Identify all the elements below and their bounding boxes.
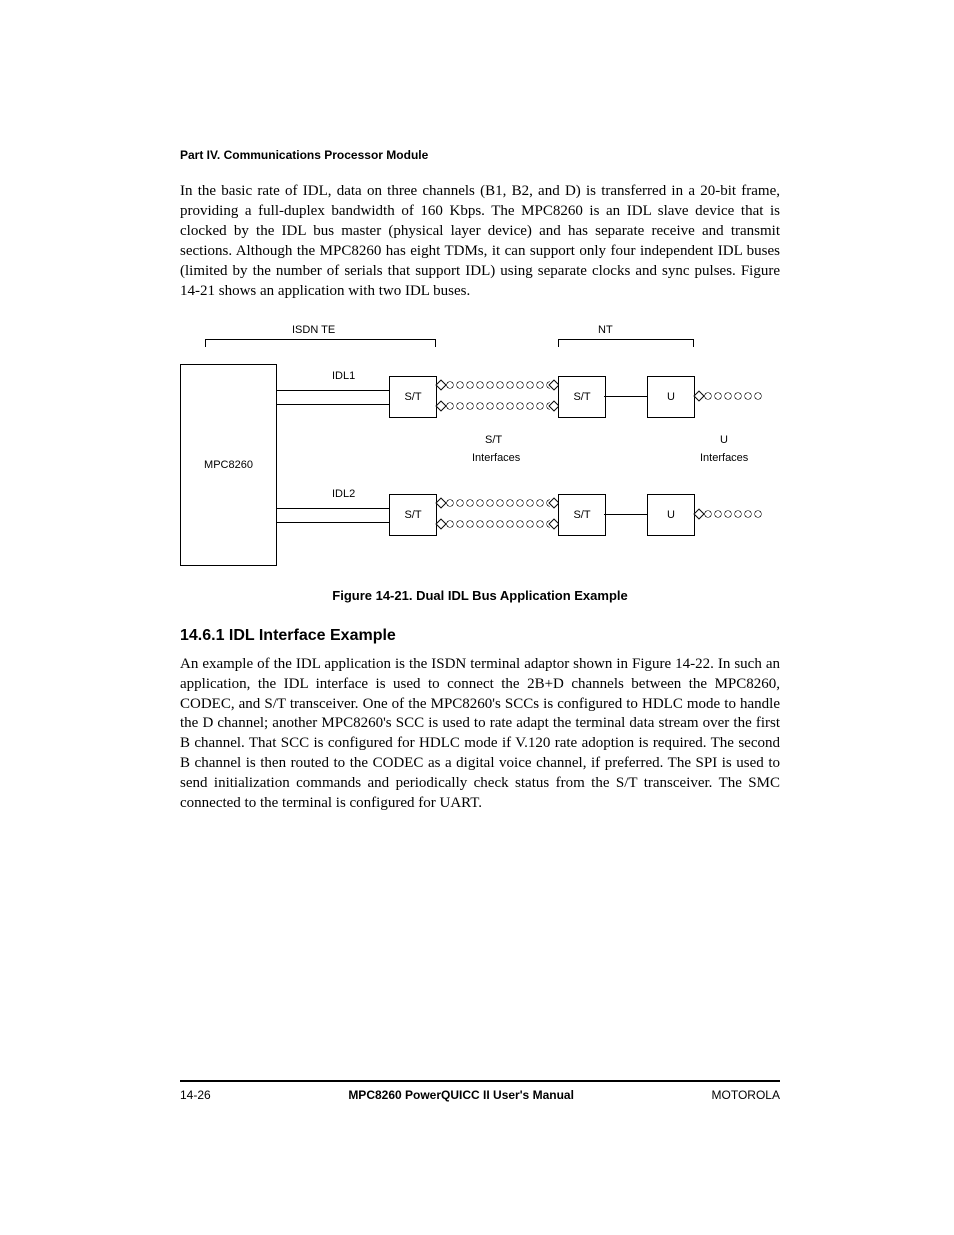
box-st-bot-left: S/T [389,494,437,536]
squiggle-bot-b [445,520,550,528]
label-mpc8260: MPC8260 [204,459,253,471]
label-st-interfaces-1: S/T [485,434,502,446]
part-header: Part IV. Communications Processor Module [180,148,780,162]
footer-row: 14-26 MPC8260 PowerQUICC II User's Manua… [180,1088,780,1102]
squiggle-u-top [703,392,763,400]
box-u-bot: U [647,494,695,536]
box-st-top-right: S/T [558,376,606,418]
figure-caption: Figure 14-21. Dual IDL Bus Application E… [180,588,780,603]
line-idl1-bot [276,404,389,405]
bracket-isdn-te-top [205,339,435,340]
label-st-4: S/T [573,509,590,521]
box-mpc8260: MPC8260 [180,364,277,566]
box-st-top-left: S/T [389,376,437,418]
label-st-2: S/T [573,391,590,403]
label-u-2: U [667,509,675,521]
line-idl2-bot [276,522,389,523]
label-nt: NT [598,324,613,336]
label-st-1: S/T [404,391,421,403]
footer-company: MOTOROLA [712,1088,780,1102]
bracket-nt-right [693,339,694,347]
label-u-interfaces-1: U [720,434,728,446]
label-u-interfaces-2: Interfaces [700,452,748,464]
label-idl1: IDL1 [332,370,355,382]
label-u-1: U [667,391,675,403]
bracket-isdn-te-right [435,339,436,347]
line-idl1-top [276,390,389,391]
line-to-u-top [604,396,647,397]
subheading-14-6-1: 14.6.1 IDL Interface Example [180,627,780,645]
line-to-u-bot [604,514,647,515]
label-st-3: S/T [404,509,421,521]
paragraph-example: An example of the IDL application is the… [180,655,780,815]
squiggle-bot-a [445,499,550,507]
bracket-nt-left [558,339,559,347]
label-st-interfaces-2: Interfaces [472,452,520,464]
label-idl2: IDL2 [332,488,355,500]
squiggle-u-bot [703,510,763,518]
footer-rule [180,1080,780,1082]
paragraph-intro: In the basic rate of IDL, data on three … [180,182,780,302]
label-isdn-te: ISDN TE [292,324,335,336]
bracket-isdn-te-left [205,339,206,347]
squiggle-top-a [445,381,550,389]
box-st-bot-right: S/T [558,494,606,536]
bracket-nt-top [558,339,693,340]
figure-14-21: ISDN TE NT MPC8260 IDL1 S/T [180,324,780,603]
footer-manual-title: MPC8260 PowerQUICC II User's Manual [348,1088,574,1102]
line-idl2-top [276,508,389,509]
squiggle-top-b [445,402,550,410]
box-u-top: U [647,376,695,418]
footer-page-number: 14-26 [180,1088,211,1102]
